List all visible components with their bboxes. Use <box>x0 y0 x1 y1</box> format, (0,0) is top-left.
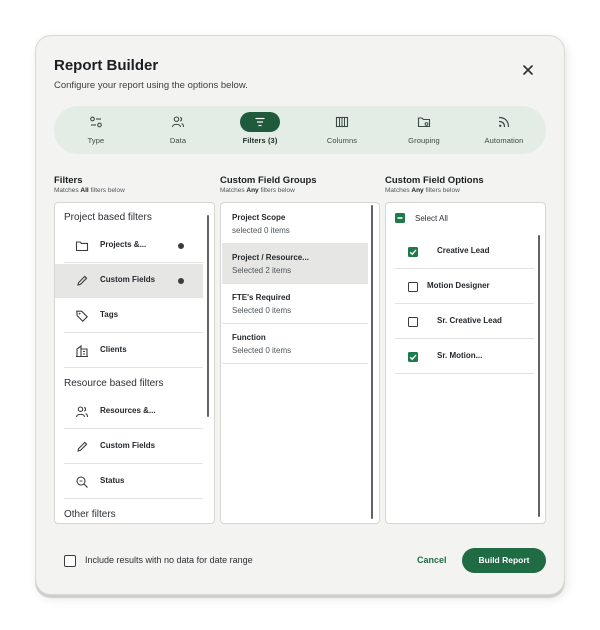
step-columns[interactable]: Columns <box>302 106 382 154</box>
include-no-data-label: Include results with no data for date ra… <box>85 555 253 565</box>
field-options-heading: Custom Field Options <box>385 175 484 186</box>
step-label: Data <box>169 136 187 145</box>
building-icon <box>76 344 88 358</box>
status-search-icon <box>76 476 88 488</box>
type-sliders-icon <box>76 112 116 132</box>
filter-resources[interactable]: Resources &... <box>64 395 203 429</box>
filter-group-title: Other filters <box>64 509 116 520</box>
field-groups-match-note: Matches Any filters below <box>220 187 295 194</box>
check-icon <box>409 354 417 361</box>
folder-icon <box>75 241 89 252</box>
step-label: Grouping <box>408 136 440 145</box>
filters-scrollbar[interactable] <box>207 215 209 417</box>
field-group-count: Selected 2 items <box>232 266 292 275</box>
filter-label: Tags <box>100 310 119 319</box>
field-option-row[interactable]: Creative Lead <box>395 234 534 269</box>
tag-icon <box>76 310 88 322</box>
modal-title: Report Builder <box>54 57 159 74</box>
build-report-button[interactable]: Build Report <box>462 548 546 573</box>
field-group-item[interactable]: Project Scope selected 0 items <box>222 204 368 244</box>
filter-status[interactable]: Status <box>64 465 203 499</box>
step-label: Filters (3) <box>242 136 278 145</box>
filters-heading: Filters <box>54 175 83 186</box>
field-group-name: FTE's Required <box>232 293 291 302</box>
step-filters[interactable]: Filters (3) <box>220 106 300 154</box>
step-label: Columns <box>326 136 358 145</box>
field-group-name: Project Scope <box>232 213 286 222</box>
pencil-icon <box>77 441 88 452</box>
field-group-count: selected 0 items <box>232 226 290 235</box>
field-group-item[interactable]: Function Selected 0 items <box>222 324 368 364</box>
filter-clients[interactable]: Clients <box>64 334 203 368</box>
field-option-row[interactable]: Sr. Motion... <box>395 339 534 374</box>
field-group-item[interactable]: FTE's Required Selected 0 items <box>222 284 368 324</box>
field-options-panel: Select All Creative Lead Motion Designer… <box>385 202 546 524</box>
filter-label: Custom Fields <box>100 441 156 450</box>
field-groups-heading: Custom Field Groups <box>220 175 317 186</box>
filter-label: Projects &... <box>100 240 147 249</box>
filter-label: Clients <box>100 345 127 354</box>
cancel-button[interactable]: Cancel <box>417 555 447 565</box>
include-no-data-checkbox[interactable] <box>64 555 76 567</box>
filter-projects[interactable]: Projects &... <box>64 229 203 263</box>
report-builder-modal: Report Builder Configure your report usi… <box>35 35 565 595</box>
step-grouping[interactable]: Grouping <box>384 106 464 154</box>
filter-tags[interactable]: Tags <box>64 299 203 333</box>
check-icon <box>409 249 417 256</box>
filter-group-title: Resource based filters <box>64 378 164 389</box>
automation-rss-icon <box>484 112 524 132</box>
filter-label: Resources &... <box>100 406 156 415</box>
field-option-row[interactable]: Sr. Creative Lead <box>395 304 534 339</box>
field-option-row[interactable]: Motion Designer <box>395 269 534 304</box>
users-icon <box>75 406 89 418</box>
data-users-icon <box>158 112 198 132</box>
step-data[interactable]: Data <box>138 106 218 154</box>
option-label: Sr. Creative Lead <box>437 316 502 325</box>
select-all-checkbox[interactable] <box>395 213 405 223</box>
option-label: Motion Designer <box>427 281 490 290</box>
field-options-match-note: Matches Any filters below <box>385 187 460 194</box>
option-checkbox[interactable] <box>408 317 418 327</box>
active-dot <box>178 243 184 249</box>
pencil-icon <box>77 275 88 286</box>
filter-custom-fields[interactable]: Custom Fields <box>55 264 203 298</box>
grouping-folder-icon <box>404 112 444 132</box>
option-checkbox[interactable] <box>408 247 418 257</box>
filter-group-title: Project based filters <box>64 212 152 223</box>
filter-label: Custom Fields <box>100 275 156 284</box>
field-options-scrollbar[interactable] <box>538 235 540 517</box>
step-label: Type <box>87 136 105 145</box>
field-group-name: Function <box>232 333 266 342</box>
active-dot <box>178 278 184 284</box>
filters-panel: Project based filters Projects &... Cust… <box>54 202 215 524</box>
option-checkbox[interactable] <box>408 282 418 292</box>
step-bar: Type Data Filters (3) Columns Grouping A… <box>54 106 546 154</box>
field-group-item[interactable]: Project / Resource... Selected 2 items <box>222 244 368 284</box>
step-label: Automation <box>484 136 524 145</box>
select-all-label: Select All <box>415 214 448 223</box>
filters-match-note: Matches All filters below <box>54 187 125 194</box>
field-groups-scrollbar[interactable] <box>371 205 373 519</box>
field-group-count: Selected 0 items <box>232 306 292 315</box>
minus-icon <box>397 217 403 219</box>
step-type[interactable]: Type <box>56 106 136 154</box>
field-group-name: Project / Resource... <box>232 253 309 262</box>
filter-lines-icon <box>240 112 280 132</box>
option-label: Sr. Motion... <box>437 351 483 360</box>
option-checkbox[interactable] <box>408 352 418 362</box>
option-label: Creative Lead <box>437 246 490 255</box>
filter-resource-custom-fields[interactable]: Custom Fields <box>64 430 203 464</box>
step-automation[interactable]: Automation <box>464 106 544 154</box>
close-icon[interactable] <box>521 63 535 77</box>
filter-label: Status <box>100 476 125 485</box>
field-groups-panel: Project Scope selected 0 items Project /… <box>220 202 380 524</box>
modal-subtitle: Configure your report using the options … <box>54 80 248 91</box>
columns-icon <box>322 112 362 132</box>
field-group-count: Selected 0 items <box>232 346 292 355</box>
